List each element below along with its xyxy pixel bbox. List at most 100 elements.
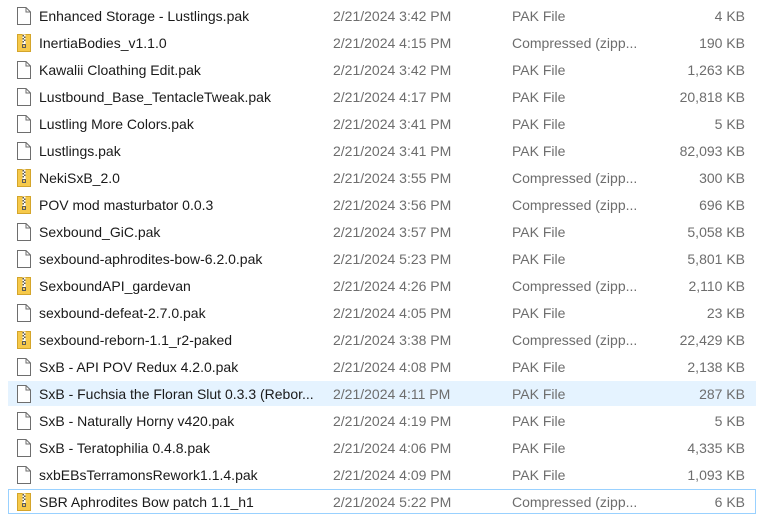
file-row[interactable]: sexbound-aphrodites-bow-6.2.0.pak 2/21/20… bbox=[8, 246, 756, 271]
file-type: PAK File bbox=[512, 223, 566, 240]
file-icon bbox=[9, 436, 39, 459]
file-size: 5,058 KB bbox=[687, 223, 745, 240]
file-size: 1,093 KB bbox=[687, 466, 745, 483]
file-row[interactable]: SexboundAPI_gardevan 2/21/2024 4:26 PM Com… bbox=[8, 273, 756, 298]
file-type: PAK File bbox=[512, 412, 566, 429]
file-size: 6 KB bbox=[714, 493, 745, 510]
file-name: InertiaBodies_v1.1.0 bbox=[39, 34, 167, 51]
file-row[interactable]: sexbound-reborn-1.1_r2-paked 2/21/2024 3:… bbox=[8, 327, 756, 352]
file-row[interactable]: POV mod masturbator 0.0.3 2/21/2024 3:56 … bbox=[8, 192, 756, 217]
zip-folder-icon bbox=[9, 31, 39, 54]
file-type: PAK File bbox=[512, 466, 566, 483]
file-date-modified: 2/21/2024 4:15 PM bbox=[333, 34, 452, 51]
file-size: 82,093 KB bbox=[679, 142, 745, 159]
file-type: PAK File bbox=[512, 439, 566, 456]
file-date-modified: 2/21/2024 3:57 PM bbox=[333, 223, 452, 240]
file-icon bbox=[9, 463, 39, 486]
file-name: Enhanced Storage - Lustlings.pak bbox=[39, 7, 250, 24]
file-icon bbox=[9, 85, 39, 108]
file-type: Compressed (zipp... bbox=[512, 169, 638, 186]
file-type: PAK File bbox=[512, 304, 566, 321]
file-row[interactable]: SxB - API POV Redux 4.2.0.pak 2/21/2024 4… bbox=[8, 354, 756, 379]
file-name: Lustling More Colors.pak bbox=[39, 115, 194, 132]
file-name: SxB - Naturally Horny v420.pak bbox=[39, 412, 235, 429]
file-type: Compressed (zipp... bbox=[512, 34, 638, 51]
file-type: PAK File bbox=[512, 385, 566, 402]
file-size: 23 KB bbox=[706, 304, 745, 321]
file-icon bbox=[9, 139, 39, 162]
file-name: POV mod masturbator 0.0.3 bbox=[39, 196, 214, 213]
file-type: Compressed (zipp... bbox=[512, 331, 638, 348]
zip-folder-icon bbox=[9, 193, 39, 216]
file-row[interactable]: Sexbound_GiC.pak 2/21/2024 3:57 PM PAK Fil… bbox=[8, 219, 756, 244]
file-row[interactable]: NekiSxB_2.0 2/21/2024 3:55 PM Compressed (… bbox=[8, 165, 756, 190]
file-date-modified: 2/21/2024 4:26 PM bbox=[333, 277, 452, 294]
file-row[interactable]: SxB - Teratophilia 0.4.8.pak 2/21/2024 4:… bbox=[8, 435, 756, 460]
file-icon bbox=[9, 58, 39, 81]
file-name: SxB - Teratophilia 0.4.8.pak bbox=[39, 439, 210, 456]
file-size: 190 KB bbox=[699, 34, 745, 51]
file-size: 1,263 KB bbox=[687, 61, 745, 78]
file-icon bbox=[9, 382, 39, 405]
file-name: SxB - Fuchsia the Floran Slut 0.3.3 (Reb… bbox=[39, 385, 314, 402]
file-type: PAK File bbox=[512, 88, 566, 105]
file-date-modified: 2/21/2024 5:23 PM bbox=[333, 250, 452, 267]
file-type: PAK File bbox=[512, 115, 566, 132]
file-size: 5 KB bbox=[714, 412, 745, 429]
file-row[interactable]: Lustling More Colors.pak 2/21/2024 3:41 P… bbox=[8, 111, 756, 136]
file-date-modified: 2/21/2024 3:41 PM bbox=[333, 115, 452, 132]
file-name: sexbound-defeat-2.7.0.pak bbox=[39, 304, 206, 321]
file-name: Lustlings.pak bbox=[39, 142, 121, 159]
file-type: PAK File bbox=[512, 7, 566, 24]
file-size: 2,138 KB bbox=[687, 358, 745, 375]
zip-folder-icon bbox=[9, 274, 39, 297]
file-name: SxB - API POV Redux 4.2.0.pak bbox=[39, 358, 239, 375]
file-row[interactable]: sxbEBsTerramonsRework1.1.4.pak 2/21/2024 … bbox=[8, 462, 756, 487]
file-name: sexbound-reborn-1.1_r2-paked bbox=[39, 331, 233, 348]
file-icon bbox=[9, 355, 39, 378]
file-date-modified: 2/21/2024 3:55 PM bbox=[333, 169, 452, 186]
file-date-modified: 2/21/2024 4:17 PM bbox=[333, 88, 452, 105]
file-date-modified: 2/21/2024 4:11 PM bbox=[333, 385, 451, 402]
file-icon bbox=[9, 220, 39, 243]
file-date-modified: 2/21/2024 4:08 PM bbox=[333, 358, 452, 375]
file-type: Compressed (zipp... bbox=[512, 196, 638, 213]
file-size: 287 KB bbox=[699, 385, 745, 402]
file-row[interactable]: Enhanced Storage - Lustlings.pak 2/21/202… bbox=[8, 3, 756, 28]
file-type: PAK File bbox=[512, 250, 566, 267]
file-name: Kawalii Cloathing Edit.pak bbox=[39, 61, 201, 78]
file-name: Lustbound_Base_TentacleTweak.pak bbox=[39, 88, 271, 105]
file-list: Enhanced Storage - Lustlings.pak 2/21/202… bbox=[0, 0, 770, 529]
file-date-modified: 2/21/2024 4:09 PM bbox=[333, 466, 452, 483]
file-type: PAK File bbox=[512, 142, 566, 159]
file-size: 22,429 KB bbox=[679, 331, 745, 348]
file-name: sexbound-aphrodites-bow-6.2.0.pak bbox=[39, 250, 263, 267]
file-date-modified: 2/21/2024 3:41 PM bbox=[333, 142, 452, 159]
file-icon bbox=[9, 247, 39, 270]
file-size: 5,801 KB bbox=[687, 250, 745, 267]
file-icon bbox=[9, 409, 39, 432]
file-name: SexboundAPI_gardevan bbox=[39, 277, 191, 294]
file-icon bbox=[9, 4, 39, 27]
file-row[interactable]: Lustbound_Base_TentacleTweak.pak 2/21/202… bbox=[8, 84, 756, 109]
file-row[interactable]: sexbound-defeat-2.7.0.pak 2/21/2024 4:05 … bbox=[8, 300, 756, 325]
file-date-modified: 2/21/2024 3:38 PM bbox=[333, 331, 452, 348]
file-row[interactable]: InertiaBodies_v1.1.0 2/21/2024 4:15 PM Com… bbox=[8, 30, 756, 55]
file-type: Compressed (zipp... bbox=[512, 493, 638, 510]
zip-folder-icon bbox=[9, 166, 39, 189]
file-row[interactable]: SBR Aphrodites Bow patch 1.1_h1 2/21/2024… bbox=[8, 489, 756, 514]
file-date-modified: 2/21/2024 3:42 PM bbox=[333, 7, 452, 24]
file-size: 300 KB bbox=[699, 169, 745, 186]
file-date-modified: 2/21/2024 4:19 PM bbox=[333, 412, 452, 429]
file-row[interactable]: SxB - Naturally Horny v420.pak 2/21/2024 … bbox=[8, 408, 756, 433]
file-row[interactable]: SxB - Fuchsia the Floran Slut 0.3.3 (Reb… bbox=[8, 381, 756, 406]
file-size: 696 KB bbox=[699, 196, 745, 213]
zip-folder-icon bbox=[9, 328, 39, 351]
file-row[interactable]: Lustlings.pak 2/21/2024 3:41 PM PAK File 82… bbox=[8, 138, 756, 163]
file-date-modified: 2/21/2024 4:06 PM bbox=[333, 439, 452, 456]
file-name: SBR Aphrodites Bow patch 1.1_h1 bbox=[39, 493, 254, 510]
file-row[interactable]: Kawalii Cloathing Edit.pak 2/21/2024 3:42… bbox=[8, 57, 756, 82]
file-type: Compressed (zipp... bbox=[512, 277, 638, 294]
file-size: 4 KB bbox=[714, 7, 745, 24]
file-size: 4,335 KB bbox=[687, 439, 745, 456]
